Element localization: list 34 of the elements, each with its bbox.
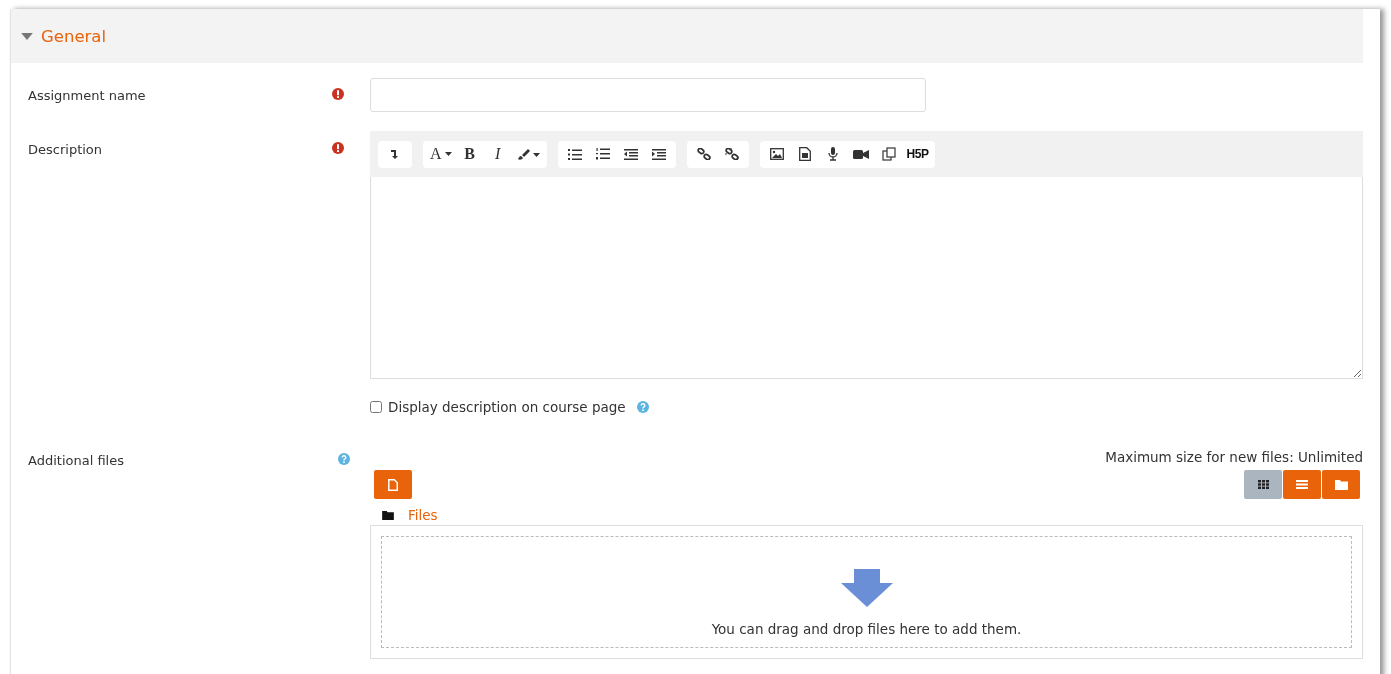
video-camera-icon	[852, 148, 869, 160]
drop-hint: You can drag and drop files here to add them.	[711, 621, 1022, 637]
brush-icon	[515, 148, 540, 160]
indent-icon	[651, 148, 666, 160]
microphone-icon	[827, 147, 838, 161]
caret-icon	[444, 152, 452, 156]
list-icon	[1296, 480, 1308, 489]
image-icon	[769, 148, 784, 160]
bullet-list-icon	[567, 148, 582, 160]
caret-icon[interactable]	[21, 32, 33, 40]
numbered-list-icon	[595, 148, 610, 160]
view-mode-button[interactable]	[1322, 470, 1360, 499]
input-field[interactable]	[370, 78, 926, 112]
arrow-icon	[390, 148, 400, 160]
checkbox-label[interactable]: Display description on course page	[388, 399, 626, 415]
outdent-icon	[623, 148, 638, 160]
document-icon	[798, 147, 811, 161]
field-label: Additional files	[27, 453, 125, 468]
field-label: Assignment name	[27, 87, 147, 103]
folder-icon	[382, 510, 394, 520]
link-icon	[696, 148, 711, 160]
max-size-text: Maximum size for new files: Unlimited	[1105, 449, 1363, 465]
file-icon	[388, 478, 398, 491]
checkbox[interactable]	[370, 401, 382, 413]
add-file-button[interactable]	[374, 470, 412, 499]
field-label: Description	[27, 142, 104, 157]
grid-icon	[1257, 480, 1269, 489]
copy-icon	[881, 147, 896, 161]
folder-icon	[1334, 479, 1348, 490]
view-mode-button[interactable]	[1283, 470, 1321, 499]
file-drop-area[interactable]: You can drag and drop files here to add them.	[370, 525, 1363, 659]
down-arrow-icon	[840, 569, 893, 607]
broken-link-icon	[724, 148, 739, 160]
view-mode-button[interactable]	[1244, 470, 1282, 499]
